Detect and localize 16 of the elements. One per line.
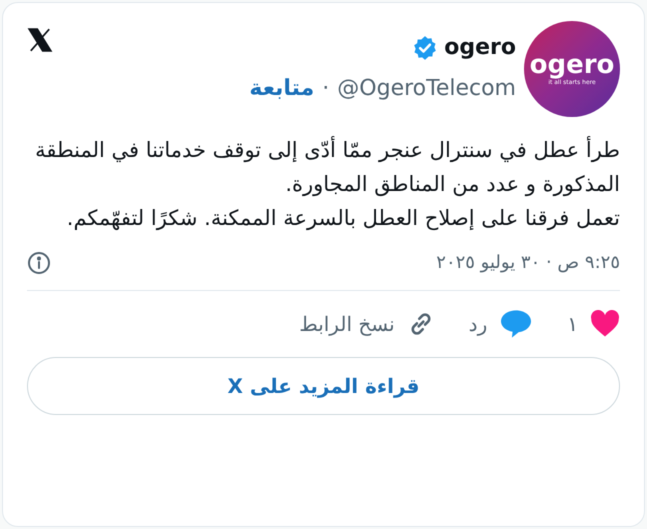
heart-icon xyxy=(590,310,620,338)
read-more-button[interactable]: قراءة المزيد على X xyxy=(27,357,620,415)
avatar-logo: ogero xyxy=(530,52,614,78)
author-name[interactable]: ogero xyxy=(444,31,516,64)
author-handle[interactable]: @OgeroTelecom xyxy=(337,72,516,105)
separator: · xyxy=(322,75,330,103)
follow-link[interactable]: متابعة xyxy=(249,72,314,105)
reply-button[interactable]: رد xyxy=(468,309,534,339)
copy-link-button[interactable]: نسخ الرابط xyxy=(299,309,435,339)
x-logo-icon[interactable] xyxy=(27,27,53,53)
tweet-text: تعمل فرقنا على إصلاح العطل بالسرعة الممكنة. شكرًا لتفهّمكم. xyxy=(66,205,620,232)
speech-bubble-icon xyxy=(499,309,534,339)
info-icon[interactable] xyxy=(27,250,51,274)
timestamp[interactable]: ٩:٢٥ ص · ٣٠ يوليو ٢٠٢٥ xyxy=(436,249,620,276)
like-button[interactable]: ١ xyxy=(567,309,620,339)
tweet-text: طرأ عطل في سنترال عنجر ممّا أدّى إلى توقف خدماتنا في المنطقة المذكورة و عدد من المناطق المجاورة. xyxy=(34,135,620,198)
